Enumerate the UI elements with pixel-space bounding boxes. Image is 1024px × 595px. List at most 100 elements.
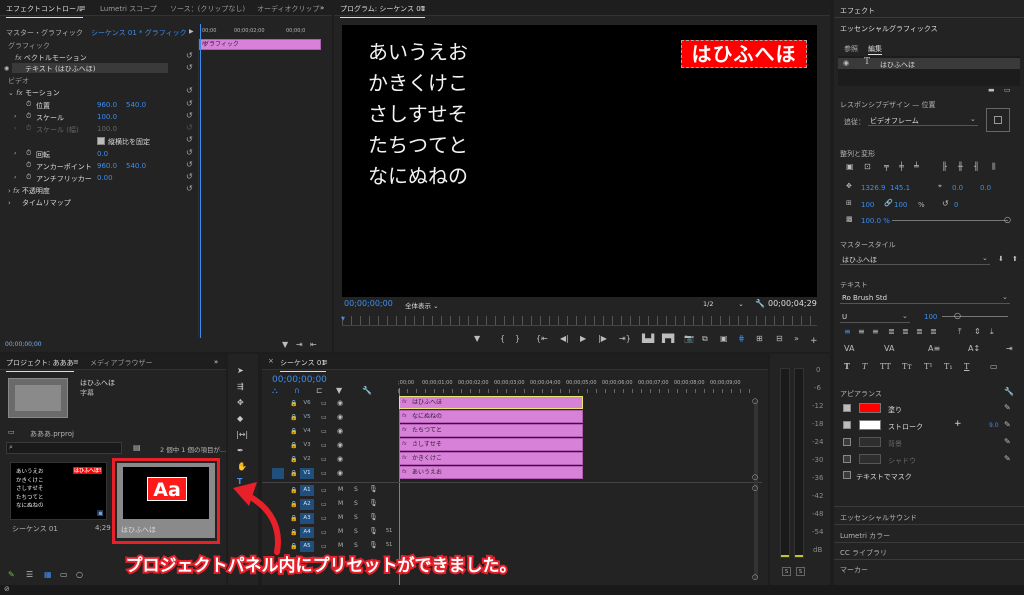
track-output-icon[interactable]: ▭ (321, 427, 327, 436)
align-top-icon[interactable]: ╤ (884, 162, 889, 171)
expand-arrow-icon[interactable]: › (14, 124, 16, 133)
zoom-select[interactable]: 全体表示 ⌄ (405, 300, 439, 310)
freeform-view-icon[interactable]: ▭ (60, 570, 68, 579)
scroll-handle-icon[interactable]: ○ (752, 473, 758, 482)
track-output-icon[interactable]: ▭ (321, 399, 327, 408)
tab-media-browser[interactable]: メディアブラウザー (90, 358, 153, 368)
stroke-width-value[interactable]: 9.0 (989, 422, 999, 429)
leading-icon[interactable]: A≡ (928, 344, 940, 353)
shadow-checkbox[interactable] (843, 455, 851, 463)
nest-icon[interactable]: ⛬ (272, 386, 278, 395)
go-to-out-icon[interactable]: ⇥} (619, 334, 631, 343)
viewer-title-graphic[interactable]: はひふへほ (681, 40, 807, 68)
lock-icon[interactable]: 🔒 (290, 441, 297, 450)
extract-icon[interactable]: ▛▜ (662, 334, 674, 343)
align-center-icon[interactable]: ╫ (958, 162, 963, 171)
faux-italic-icon[interactable]: T (862, 362, 867, 371)
solo-right-button[interactable]: S (796, 567, 805, 576)
linked-selection-icon[interactable]: ⊏ (316, 386, 323, 395)
faux-bold-icon[interactable]: T (844, 362, 850, 371)
tabs-overflow-icon[interactable]: » (320, 4, 324, 12)
ripple-edit-tool-icon[interactable]: ✥ (237, 398, 244, 407)
panel-essential-sound[interactable]: エッセンシャルサウンド (840, 513, 917, 523)
overflow-icon[interactable]: » (794, 334, 799, 343)
track-label-v6[interactable]: V6 (300, 398, 314, 409)
project-item-sequence[interactable]: あいうえお かきくけこ さしすせそ たちつてと なにぬねの はひふへほ! ▣ シ… (10, 462, 111, 536)
new-folder-icon[interactable]: ▬ (988, 86, 995, 95)
mute-button[interactable]: M (338, 542, 343, 549)
background-checkbox[interactable] (843, 438, 851, 446)
zoom-out-icon[interactable]: ○ (76, 570, 83, 579)
mute-button[interactable]: M (338, 514, 343, 521)
timeline-clip[interactable]: かきくけこ (399, 452, 583, 465)
program-timecode[interactable]: 00;00;00;00 (344, 299, 393, 308)
tab-edit[interactable]: 編集 (868, 44, 882, 55)
scale-value[interactable]: 100.0 (97, 113, 117, 121)
microphone-icon[interactable]: 🎙 (369, 499, 378, 508)
eye-icon[interactable]: ◉ (4, 64, 9, 73)
tabs-overflow-icon[interactable]: » (214, 358, 218, 366)
position-x-value[interactable]: 1326.9 (861, 184, 886, 192)
razor-tool-icon[interactable]: ◆ (237, 414, 243, 423)
panel-menu-icon[interactable]: ≡ (73, 358, 79, 366)
add-marker-icon[interactable]: ▼ (336, 386, 342, 395)
resolution-select[interactable]: 1/2 ⌄ (703, 300, 744, 308)
panel-menu-icon[interactable]: ≡ (420, 4, 426, 12)
font-dropdown[interactable]: Ro Brush Std ⌄ (840, 292, 1010, 304)
filter-icon[interactable]: ▼ (282, 340, 288, 349)
eye-icon[interactable]: ◉ (337, 455, 343, 464)
align-right-icon[interactable]: ╢ (974, 162, 979, 171)
eyedropper-icon[interactable]: ✎ (1004, 403, 1011, 412)
mute-button[interactable]: M (338, 528, 343, 535)
text-top-icon[interactable]: ⤒ (958, 327, 962, 336)
expand-arrow-icon[interactable]: › (14, 149, 16, 158)
icon-view-icon[interactable]: ▦ (44, 570, 52, 579)
justify-text-icon[interactable]: ≣ (916, 327, 923, 336)
lift-icon[interactable]: ▙▟ (642, 334, 654, 343)
scroll-handle-icon[interactable]: ○ (752, 573, 758, 582)
track-label-v2[interactable]: V2 (300, 454, 314, 465)
play-only-audio-icon[interactable]: ▶ (189, 27, 194, 36)
align-bottom-icon[interactable]: ╧ (914, 162, 919, 171)
tracking-icon[interactable]: VA (844, 344, 854, 353)
timeline-clip[interactable]: たちつてと (399, 424, 583, 437)
track-output-icon[interactable]: ▭ (321, 455, 327, 464)
link-scale-icon[interactable]: 🔗 (884, 199, 893, 208)
camera-icon[interactable]: 📷 (684, 334, 694, 343)
panel-lumetri-color[interactable]: Lumetri カラー (840, 531, 890, 541)
slip-tool-icon[interactable]: |↔| (236, 430, 248, 439)
track-output-icon[interactable]: ▭ (321, 413, 327, 422)
track-label-v3[interactable]: V3 (300, 440, 314, 451)
opacity-row[interactable]: › fx 不透明度 (8, 186, 50, 196)
align-left-icon[interactable]: ╟ (942, 162, 947, 171)
reset-icon[interactable]: ↺ (186, 135, 193, 144)
superscript-icon[interactable]: T¹ (924, 362, 933, 371)
position-y-value[interactable]: 540.0 (126, 101, 146, 109)
scale-width-value[interactable]: 100 (861, 201, 874, 209)
anchor-x-value[interactable]: 0.0 (952, 184, 963, 192)
reset-icon[interactable]: ↺ (186, 172, 193, 181)
go-to-in-icon[interactable]: {⇤ (536, 334, 548, 343)
font-style-dropdown[interactable]: U ⌄ (840, 311, 910, 323)
vector-motion-row[interactable]: fx ベクトルモーション (15, 53, 87, 63)
tab-source[interactable]: ソース：(クリップなし) (170, 4, 245, 14)
shadow-color-swatch[interactable] (859, 454, 881, 464)
opacity-value[interactable]: 100.0 % (861, 217, 890, 225)
stopwatch-icon[interactable]: ⏱ (26, 161, 31, 170)
ec-timecode[interactable]: 00;00;00;00 (5, 341, 42, 348)
position-x-value[interactable]: 960.0 (97, 101, 117, 109)
stroke-color-swatch[interactable] (859, 420, 881, 430)
new-bin-icon[interactable]: ▤ (133, 443, 141, 452)
stopwatch-icon[interactable]: ⏱ (26, 149, 31, 158)
add-button-icon[interactable]: + (810, 337, 818, 346)
tab-program[interactable]: プログラム: シーケンス 01 (340, 4, 426, 18)
panel-markers[interactable]: マーカー (840, 565, 868, 575)
text-bottom-icon[interactable]: ⤓ (990, 327, 994, 336)
program-viewer[interactable]: あいうえお かきくけこ さしすせそ たちつてと なにぬねの はひふへほ (342, 25, 817, 297)
timeline-clip[interactable]: さしすせそ (399, 438, 583, 451)
step-forward-icon[interactable]: |▶ (598, 334, 607, 343)
baseline-icon[interactable]: A↕ (968, 344, 980, 353)
add-marker-icon[interactable]: ▼ (474, 334, 480, 343)
subscript-icon[interactable]: T₁ (944, 362, 953, 371)
reset-icon[interactable]: ↺ (186, 148, 193, 157)
